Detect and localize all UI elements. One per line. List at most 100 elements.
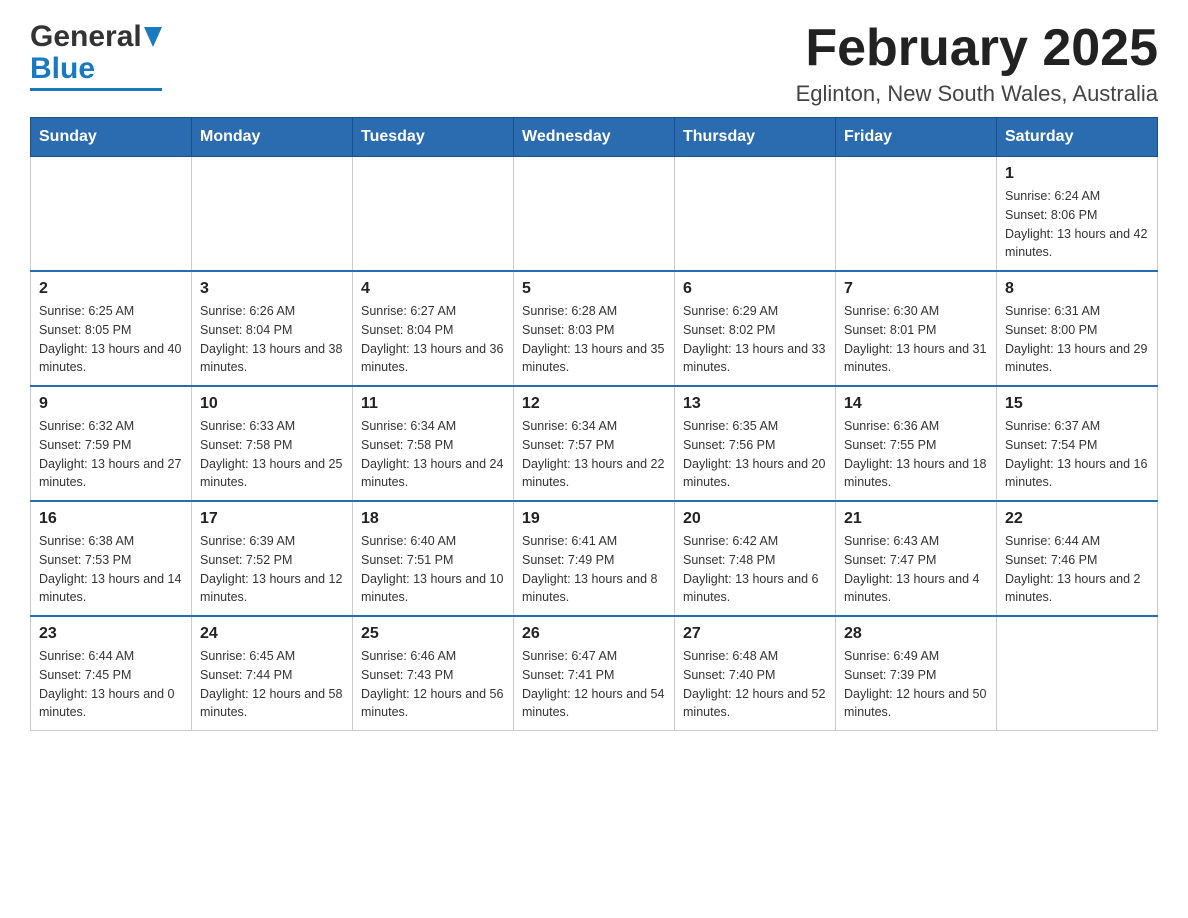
day-number: 9 [39,395,183,413]
day-number: 16 [39,510,183,528]
calendar-cell [836,157,997,272]
calendar-cell: 26 Sunrise: 6:47 AM Sunset: 7:41 PM Dayli… [514,616,675,731]
day-number: 3 [200,280,344,298]
day-info: Sunrise: 6:28 AM Sunset: 8:03 PM Dayligh… [522,302,666,377]
day-number: 1 [1005,165,1149,183]
day-info: Sunrise: 6:41 AM Sunset: 7:49 PM Dayligh… [522,532,666,607]
day-number: 17 [200,510,344,528]
day-number: 22 [1005,510,1149,528]
calendar-cell: 3 Sunrise: 6:26 AM Sunset: 8:04 PM Daylig… [192,271,353,386]
day-number: 12 [522,395,666,413]
calendar-cell: 16Sunrise: 6:38 AM Sunset: 7:53 PM Dayli… [31,501,192,616]
day-number: 20 [683,510,827,528]
calendar-cell: 22 Sunrise: 6:44 AM Sunset: 7:46 PM Dayli… [997,501,1158,616]
day-number: 15 [1005,395,1149,413]
day-number: 26 [522,625,666,643]
day-info: Sunrise: 6:32 AM Sunset: 7:59 PM Dayligh… [39,417,183,492]
day-info: Sunrise: 6:49 AM Sunset: 7:39 PM Dayligh… [844,647,988,722]
weekday-header-monday: Monday [192,118,353,157]
calendar-cell: 25Sunrise: 6:46 AM Sunset: 7:43 PM Dayli… [353,616,514,731]
day-info: Sunrise: 6:42 AM Sunset: 7:48 PM Dayligh… [683,532,827,607]
calendar-cell [31,157,192,272]
calendar-cell: 14 Sunrise: 6:36 AM Sunset: 7:55 PM Dayli… [836,386,997,501]
calendar-week-row: 23 Sunrise: 6:44 AM Sunset: 7:45 PM Dayli… [31,616,1158,731]
day-info: Sunrise: 6:34 AM Sunset: 7:58 PM Dayligh… [361,417,505,492]
day-number: 8 [1005,280,1149,298]
calendar-cell: 23 Sunrise: 6:44 AM Sunset: 7:45 PM Dayli… [31,616,192,731]
calendar-week-row: 1 Sunrise: 6:24 AM Sunset: 8:06 PM Daylig… [31,157,1158,272]
calendar-header-text: February 2025 Eglinton, New South Wales,… [796,20,1158,107]
calendar-cell: 18Sunrise: 6:40 AM Sunset: 7:51 PM Dayli… [353,501,514,616]
weekday-header-tuesday: Tuesday [353,118,514,157]
calendar-cell: 17Sunrise: 6:39 AM Sunset: 7:52 PM Dayli… [192,501,353,616]
weekday-header-thursday: Thursday [675,118,836,157]
day-info: Sunrise: 6:25 AM Sunset: 8:05 PM Dayligh… [39,302,183,377]
logo-underline [30,88,162,91]
weekday-header-row: SundayMondayTuesdayWednesdayThursdayFrid… [31,118,1158,157]
calendar-cell: 20 Sunrise: 6:42 AM Sunset: 7:48 PM Dayli… [675,501,836,616]
day-info: Sunrise: 6:37 AM Sunset: 7:54 PM Dayligh… [1005,417,1149,492]
day-info: Sunrise: 6:27 AM Sunset: 8:04 PM Dayligh… [361,302,505,377]
weekday-header-sunday: Sunday [31,118,192,157]
calendar-cell: 27 Sunrise: 6:48 AM Sunset: 7:40 PM Dayli… [675,616,836,731]
day-number: 19 [522,510,666,528]
day-info: Sunrise: 6:33 AM Sunset: 7:58 PM Dayligh… [200,417,344,492]
day-info: Sunrise: 6:31 AM Sunset: 8:00 PM Dayligh… [1005,302,1149,377]
calendar-cell: 9 Sunrise: 6:32 AM Sunset: 7:59 PM Daylig… [31,386,192,501]
day-info: Sunrise: 6:43 AM Sunset: 7:47 PM Dayligh… [844,532,988,607]
calendar-week-row: 2 Sunrise: 6:25 AM Sunset: 8:05 PM Daylig… [31,271,1158,386]
day-number: 24 [200,625,344,643]
day-info: Sunrise: 6:24 AM Sunset: 8:06 PM Dayligh… [1005,187,1149,262]
day-number: 4 [361,280,505,298]
day-info: Sunrise: 6:44 AM Sunset: 7:45 PM Dayligh… [39,647,183,722]
day-number: 5 [522,280,666,298]
calendar-cell: 8 Sunrise: 6:31 AM Sunset: 8:00 PM Daylig… [997,271,1158,386]
calendar-cell: 21 Sunrise: 6:43 AM Sunset: 7:47 PM Dayli… [836,501,997,616]
calendar-cell: 11Sunrise: 6:34 AM Sunset: 7:58 PM Dayli… [353,386,514,501]
day-number: 14 [844,395,988,413]
day-number: 21 [844,510,988,528]
day-info: Sunrise: 6:48 AM Sunset: 7:40 PM Dayligh… [683,647,827,722]
calendar-cell [514,157,675,272]
calendar-cell: 15 Sunrise: 6:37 AM Sunset: 7:54 PM Dayli… [997,386,1158,501]
day-number: 7 [844,280,988,298]
logo-triangle-icon [144,27,162,52]
weekday-header-friday: Friday [836,118,997,157]
weekday-header-wednesday: Wednesday [514,118,675,157]
day-info: Sunrise: 6:35 AM Sunset: 7:56 PM Dayligh… [683,417,827,492]
day-number: 25 [361,625,505,643]
logo: General Blue [30,20,162,91]
logo-general-text: General [30,20,142,54]
calendar-title: February 2025 [796,20,1158,77]
calendar-cell: 4 Sunrise: 6:27 AM Sunset: 8:04 PM Daylig… [353,271,514,386]
day-info: Sunrise: 6:30 AM Sunset: 8:01 PM Dayligh… [844,302,988,377]
calendar-cell [675,157,836,272]
calendar-cell: 24Sunrise: 6:45 AM Sunset: 7:44 PM Dayli… [192,616,353,731]
day-info: Sunrise: 6:36 AM Sunset: 7:55 PM Dayligh… [844,417,988,492]
day-number: 2 [39,280,183,298]
calendar-cell [353,157,514,272]
calendar-cell: 6Sunrise: 6:29 AM Sunset: 8:02 PM Daylig… [675,271,836,386]
day-info: Sunrise: 6:29 AM Sunset: 8:02 PM Dayligh… [683,302,827,377]
calendar-cell: 1 Sunrise: 6:24 AM Sunset: 8:06 PM Daylig… [997,157,1158,272]
day-number: 10 [200,395,344,413]
day-number: 27 [683,625,827,643]
day-number: 23 [39,625,183,643]
day-number: 13 [683,395,827,413]
calendar-cell [192,157,353,272]
day-info: Sunrise: 6:34 AM Sunset: 7:57 PM Dayligh… [522,417,666,492]
calendar-cell: 2 Sunrise: 6:25 AM Sunset: 8:05 PM Daylig… [31,271,192,386]
day-info: Sunrise: 6:44 AM Sunset: 7:46 PM Dayligh… [1005,532,1149,607]
day-info: Sunrise: 6:47 AM Sunset: 7:41 PM Dayligh… [522,647,666,722]
day-info: Sunrise: 6:40 AM Sunset: 7:51 PM Dayligh… [361,532,505,607]
day-number: 28 [844,625,988,643]
calendar-cell: 28 Sunrise: 6:49 AM Sunset: 7:39 PM Dayli… [836,616,997,731]
calendar-cell: 12 Sunrise: 6:34 AM Sunset: 7:57 PM Dayli… [514,386,675,501]
calendar-cell [997,616,1158,731]
calendar-cell: 19 Sunrise: 6:41 AM Sunset: 7:49 PM Dayli… [514,501,675,616]
calendar-cell: 5 Sunrise: 6:28 AM Sunset: 8:03 PM Daylig… [514,271,675,386]
day-info: Sunrise: 6:26 AM Sunset: 8:04 PM Dayligh… [200,302,344,377]
page-header: General Blue February 2025 Eglinton, New… [30,20,1158,107]
calendar-subtitle: Eglinton, New South Wales, Australia [796,81,1158,107]
weekday-header-saturday: Saturday [997,118,1158,157]
